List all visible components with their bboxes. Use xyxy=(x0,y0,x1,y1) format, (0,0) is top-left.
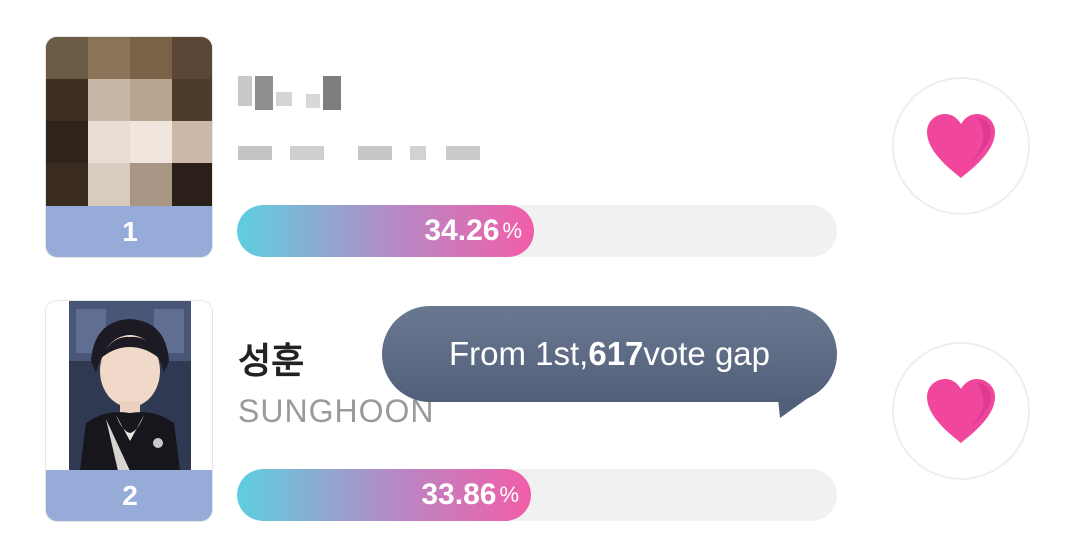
ranking-entry-1: 1 34.26% xyxy=(0,0,1080,270)
tooltip-suffix: vote gap xyxy=(643,335,771,372)
artist-photo-card[interactable]: 2 xyxy=(45,300,213,522)
vote-share-value: 34.26 xyxy=(424,214,500,247)
vote-heart-button[interactable] xyxy=(892,342,1030,480)
heart-icon xyxy=(927,114,995,178)
vote-share-bar: 34.26% xyxy=(237,205,837,257)
vote-share-bar: 33.86% xyxy=(237,469,837,521)
artist-name-english: SUNGHOON xyxy=(238,393,435,429)
tooltip-prefix: From 1st, xyxy=(448,335,589,372)
vote-share-fill: 33.86% xyxy=(237,469,531,521)
vote-gap-tooltip: From 1st, 617 vote gap xyxy=(382,306,837,402)
artist-photo xyxy=(46,301,212,471)
vote-share-value: 33.86 xyxy=(421,478,497,511)
vote-share-fill: 34.26% xyxy=(237,205,534,257)
rank-badge: 2 xyxy=(46,470,212,521)
vote-heart-button[interactable] xyxy=(892,77,1030,215)
tooltip-tail xyxy=(778,398,808,418)
vote-gap-count: 617 xyxy=(588,335,644,372)
artist-photo-pixelated xyxy=(46,37,212,207)
percent-sign: % xyxy=(502,218,522,243)
heart-icon xyxy=(927,379,995,443)
rank-badge: 1 xyxy=(46,206,212,257)
artist-photo-card[interactable]: 1 xyxy=(45,36,213,258)
artist-name-korean: 성훈 xyxy=(238,340,305,381)
percent-sign: % xyxy=(499,482,519,507)
